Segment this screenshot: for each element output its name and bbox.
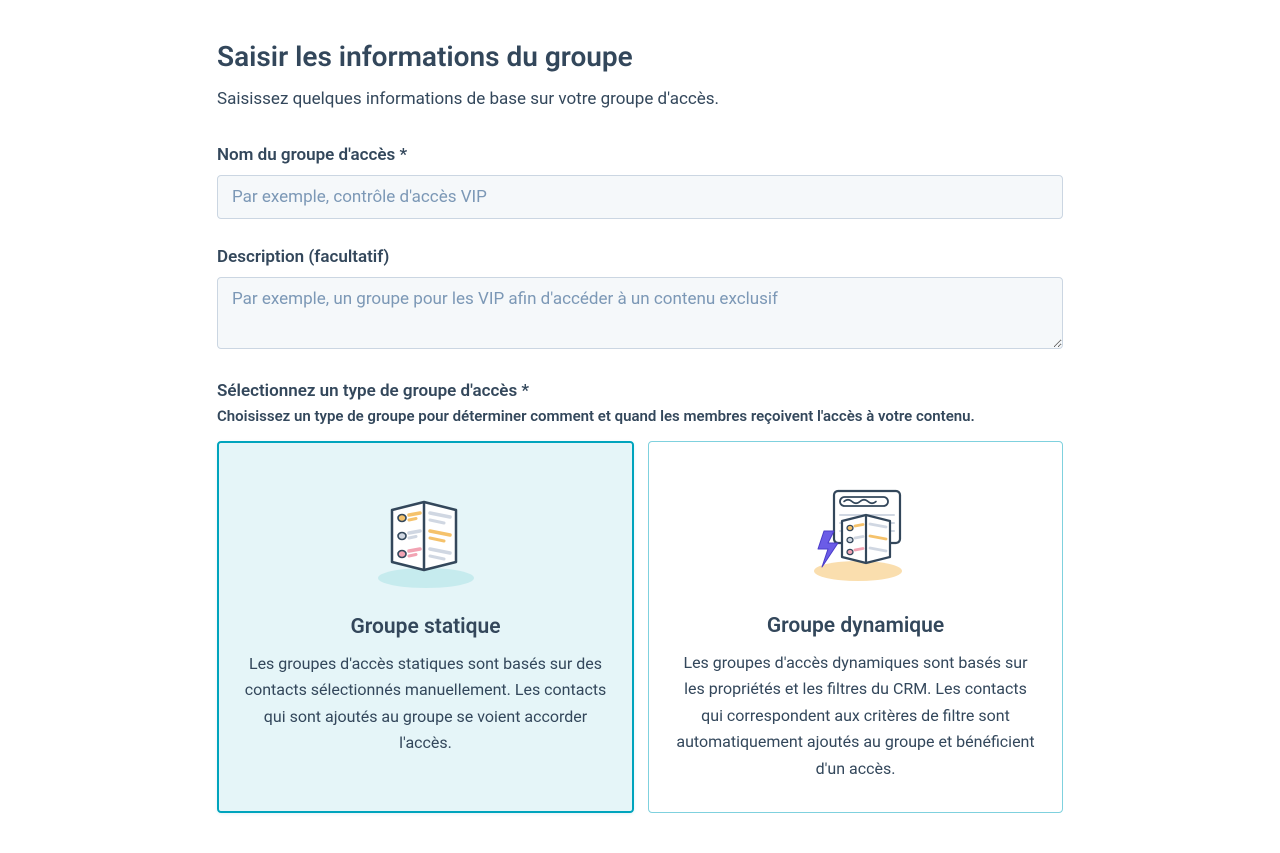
page-subtitle: Saisissez quelques informations de base …	[217, 89, 1063, 109]
group-type-options: Groupe statique Les groupes d'accès stat…	[217, 441, 1063, 813]
static-group-icon	[243, 471, 608, 601]
static-card-title: Groupe statique	[243, 615, 608, 639]
name-label: Nom du groupe d'accès *	[217, 145, 1063, 165]
option-card-static[interactable]: Groupe statique Les groupes d'accès stat…	[217, 441, 634, 813]
static-card-description: Les groupes d'accès statiques sont basés…	[243, 651, 608, 757]
form-container: Saisir les informations du groupe Saisis…	[197, 40, 1083, 813]
name-input[interactable]	[217, 175, 1063, 219]
group-type-label: Sélectionnez un type de groupe d'accès *	[217, 381, 1063, 401]
page-title: Saisir les informations du groupe	[217, 40, 1063, 73]
dynamic-card-title: Groupe dynamique	[673, 614, 1038, 638]
dynamic-card-description: Les groupes d'accès dynamiques sont basé…	[673, 650, 1038, 782]
group-type-help: Choisissez un type de groupe pour déterm…	[217, 407, 1063, 425]
option-card-dynamic[interactable]: Groupe dynamique Les groupes d'accès dyn…	[648, 441, 1063, 813]
description-label: Description (facultatif)	[217, 247, 1063, 267]
description-textarea[interactable]	[217, 277, 1063, 349]
dynamic-group-icon	[673, 470, 1038, 600]
